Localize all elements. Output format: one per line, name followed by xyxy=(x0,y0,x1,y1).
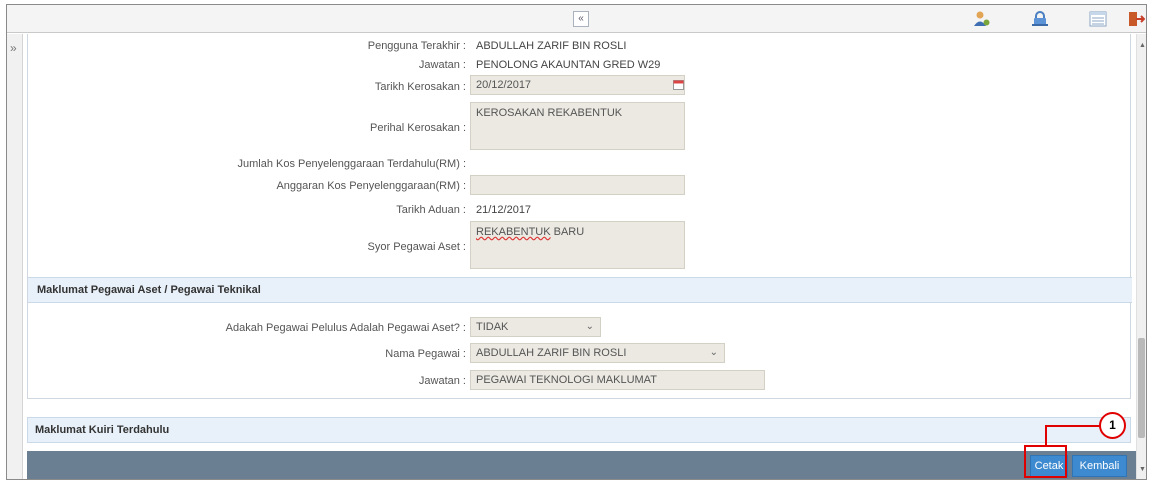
step-callout: 1 xyxy=(1099,412,1126,439)
callout-connector xyxy=(1045,425,1102,446)
collapse-header-button[interactable]: « xyxy=(573,11,589,27)
jawatan-label: Jawatan : xyxy=(418,59,466,71)
top-toolbar: « xyxy=(7,5,1146,33)
user-settings-icon[interactable] xyxy=(973,10,991,28)
perihal-kerosakan-textarea[interactable]: KEROSAKAN REKABENTUK xyxy=(470,102,685,150)
perihal-kerosakan-value: KEROSAKAN REKABENTUK xyxy=(476,107,623,119)
section-header-pegawai: Maklumat Pegawai Aset / Pegawai Teknikal xyxy=(28,277,1132,303)
perihal-kerosakan-label: Perihal Kerosakan : xyxy=(370,122,466,134)
nama-pegawai-label: Nama Pegawai : xyxy=(385,348,466,360)
kembali-button[interactable]: Kembali xyxy=(1072,455,1127,477)
lock-icon[interactable] xyxy=(1031,10,1049,28)
tarikh-aduan-value: 21/12/2017 xyxy=(476,204,532,216)
application-window: « » ▲ ▼ Pengguna Terakhir : ABDULLAH ZAR… xyxy=(6,4,1147,480)
form-panel: Pengguna Terakhir : ABDULLAH ZARIF BIN R… xyxy=(27,34,1132,399)
list-view-icon[interactable] xyxy=(1089,10,1107,28)
adakah-pegawai-value: TIDAK xyxy=(476,321,509,333)
pengguna-terakhir-value: ABDULLAH ZARIF BIN ROSLI xyxy=(476,40,627,52)
adakah-pegawai-label: Adakah Pegawai Pelulus Adalah Pegawai As… xyxy=(225,322,466,334)
adakah-pegawai-select[interactable]: TIDAK ⌄ xyxy=(470,317,601,337)
scroll-up-icon[interactable]: ▲ xyxy=(1139,42,1146,49)
tarikh-aduan-label: Tarikh Aduan : xyxy=(396,204,466,216)
chevron-down-icon: ⌄ xyxy=(709,347,718,358)
nama-pegawai-select[interactable]: ABDULLAH ZARIF BIN ROSLI ⌄ xyxy=(470,343,725,363)
calendar-icon[interactable] xyxy=(673,79,684,90)
tarikh-kerosakan-label: Tarikh Kerosakan : xyxy=(374,81,466,93)
anggaran-kos-label: Anggaran Kos Penyelenggaraan(RM) : xyxy=(276,180,466,192)
jawatan-pegawai-field[interactable]: PEGAWAI TEKNOLOGI MAKLUMAT xyxy=(470,370,765,390)
sidebar-collapsed: » xyxy=(7,34,23,479)
syor-pegawai-value-misspelled: REKABENTUK xyxy=(476,226,551,238)
jawatan-pegawai-label: Jawatan : xyxy=(418,375,466,387)
expand-sidebar-icon[interactable]: » xyxy=(10,42,17,54)
jawatan-value: PENOLONG AKAUNTAN GRED W29 xyxy=(476,59,661,71)
vertical-scrollbar[interactable]: ▲ ▼ xyxy=(1136,34,1146,479)
highlight-box xyxy=(1024,445,1067,478)
syor-pegawai-textarea[interactable]: REKABENTUK BARU xyxy=(470,221,685,269)
pengguna-terakhir-label: Pengguna Terakhir : xyxy=(367,40,466,52)
main-content: Pengguna Terakhir : ABDULLAH ZARIF BIN R… xyxy=(27,34,1136,479)
tarikh-kerosakan-field[interactable]: 20/12/2017 xyxy=(470,75,685,95)
syor-pegawai-value: BARU xyxy=(550,226,585,238)
tarikh-kerosakan-value: 20/12/2017 xyxy=(476,79,532,91)
scrollbar-thumb[interactable] xyxy=(1138,338,1145,438)
footer-action-bar: Cetak Kembali xyxy=(27,451,1136,479)
chevron-down-icon: ⌄ xyxy=(585,321,594,332)
logout-icon[interactable] xyxy=(1127,10,1145,28)
syor-pegawai-label: Syor Pegawai Aset : xyxy=(367,241,466,253)
scroll-down-icon[interactable]: ▼ xyxy=(1139,466,1146,473)
nama-pegawai-value: ABDULLAH ZARIF BIN ROSLI xyxy=(476,347,627,359)
jumlah-kos-label: Jumlah Kos Penyelenggaraan Terdahulu(RM)… xyxy=(237,158,466,170)
anggaran-kos-input[interactable] xyxy=(470,175,685,195)
section-header-kuiri[interactable]: Maklumat Kuiri Terdahulu xyxy=(27,417,1131,443)
jawatan-pegawai-value: PEGAWAI TEKNOLOGI MAKLUMAT xyxy=(476,374,657,386)
